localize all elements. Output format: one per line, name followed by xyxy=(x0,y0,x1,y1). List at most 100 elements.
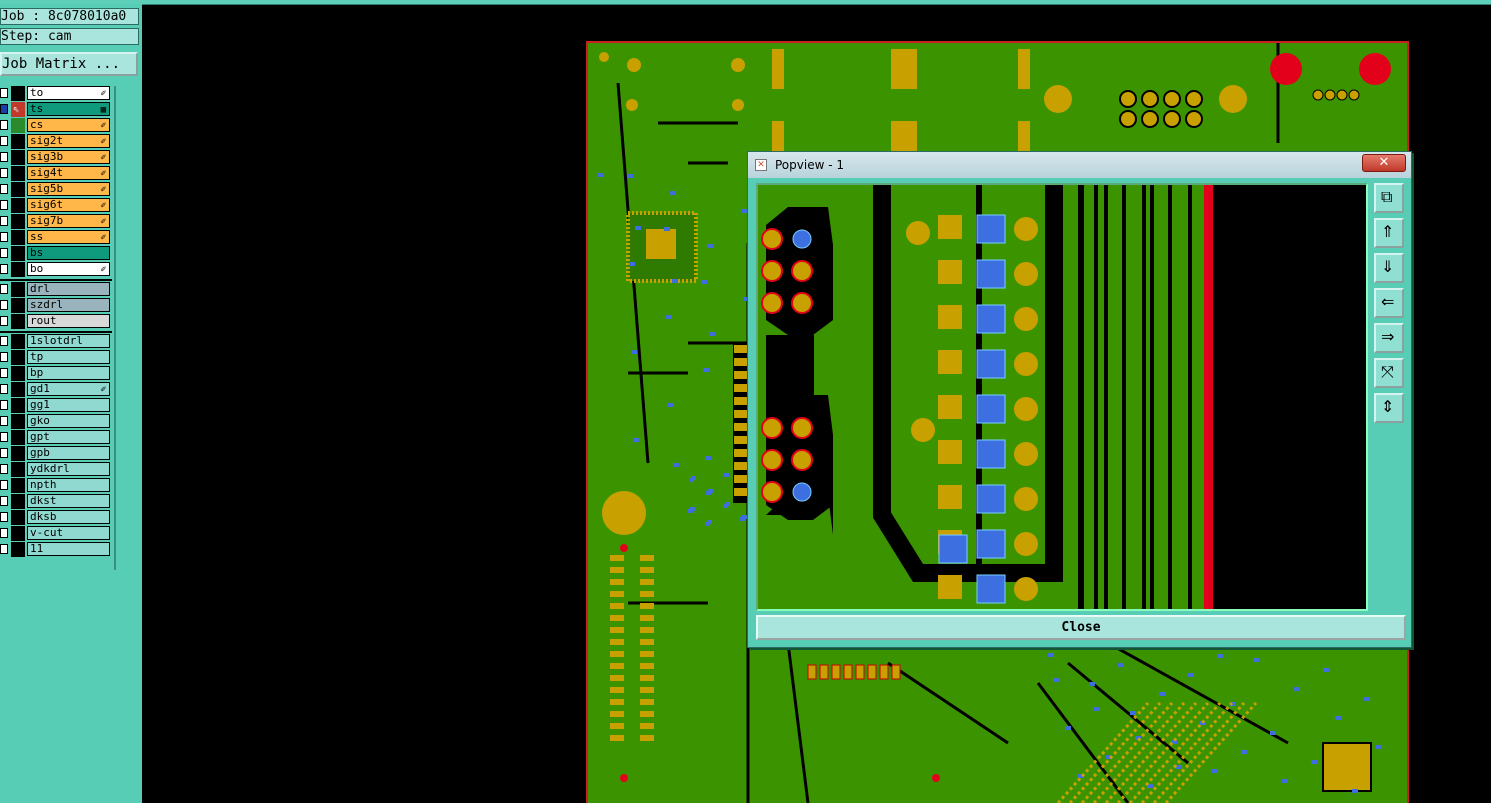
layer-row-ss[interactable]: ss ✐ xyxy=(0,230,112,245)
layer-color-swatch[interactable] xyxy=(11,478,25,493)
layer-checkbox[interactable] xyxy=(0,480,8,490)
layer-name[interactable]: dkst xyxy=(27,494,110,508)
layer-color-swatch[interactable] xyxy=(11,314,25,329)
layer-color-swatch[interactable] xyxy=(11,542,25,557)
layer-name[interactable]: cs ✐ xyxy=(27,118,110,132)
layer-name[interactable]: bs xyxy=(27,246,110,260)
layer-name[interactable]: to ✐ xyxy=(27,86,110,100)
layer-row-v-cut[interactable]: v-cut xyxy=(0,526,112,541)
layer-color-swatch[interactable] xyxy=(11,166,25,181)
layer-color-swatch[interactable] xyxy=(11,414,25,429)
layer-color-swatch[interactable] xyxy=(11,198,25,213)
layer-checkbox[interactable] xyxy=(0,512,8,522)
zoom-window-button[interactable]: ⧉ xyxy=(1374,183,1404,213)
layer-name[interactable]: npth xyxy=(27,478,110,492)
layer-checkbox[interactable] xyxy=(0,464,8,474)
layer-checkbox[interactable] xyxy=(0,544,8,554)
popview-canvas[interactable] xyxy=(756,183,1368,611)
layer-color-swatch[interactable] xyxy=(11,398,25,413)
layer-color-swatch[interactable] xyxy=(11,350,25,365)
layer-checkbox[interactable] xyxy=(0,528,8,538)
layer-row-gd1[interactable]: gd1 ✐ xyxy=(0,382,112,397)
layer-color-swatch[interactable] xyxy=(11,366,25,381)
layer-row-1slotdrl[interactable]: 1slotdrl xyxy=(0,334,112,349)
layer-row-gko[interactable]: gko xyxy=(0,414,112,429)
zoom-home-button[interactable]: ⇕ xyxy=(1374,393,1404,423)
layer-name[interactable]: tp xyxy=(27,350,110,364)
layer-name[interactable]: gpb xyxy=(27,446,110,460)
layer-checkbox[interactable] xyxy=(0,120,8,130)
job-matrix-button[interactable]: Job Matrix ... xyxy=(0,52,138,76)
layer-row-gpt[interactable]: gpt xyxy=(0,430,112,445)
layer-row-dkst[interactable]: dkst xyxy=(0,494,112,509)
layer-row-bs[interactable]: bs xyxy=(0,246,112,261)
layer-color-swatch[interactable] xyxy=(11,510,25,525)
layer-name[interactable]: sig7b ✐ xyxy=(27,214,110,228)
layer-color-swatch[interactable] xyxy=(11,182,25,197)
layer-row-gpb[interactable]: gpb xyxy=(0,446,112,461)
layer-row-dksb[interactable]: dksb xyxy=(0,510,112,525)
layer-name[interactable]: sig6t ✐ xyxy=(27,198,110,212)
layer-row-npth[interactable]: npth xyxy=(0,478,112,493)
layer-color-swatch[interactable] xyxy=(11,214,25,229)
layer-checkbox[interactable] xyxy=(0,336,8,346)
layer-row-drl[interactable]: drl xyxy=(0,282,112,297)
layer-name[interactable]: drl xyxy=(27,282,110,296)
popview-titlebar[interactable]: ✕ Popview - 1 ✕ xyxy=(748,152,1411,178)
layer-name[interactable]: ydkdrl xyxy=(27,462,110,476)
layer-checkbox[interactable] xyxy=(0,200,8,210)
zoom-fit-button[interactable]: ⤧ xyxy=(1374,358,1404,388)
layer-color-swatch[interactable] xyxy=(11,430,25,445)
layer-checkbox[interactable] xyxy=(0,400,8,410)
layer-row-cs[interactable]: cs ✐ xyxy=(0,118,112,133)
layer-checkbox[interactable] xyxy=(0,152,8,162)
layer-color-swatch[interactable]: ⇖ xyxy=(11,102,25,117)
layer-color-swatch[interactable] xyxy=(11,334,25,349)
layer-name[interactable]: gd1 ✐ xyxy=(27,382,110,396)
layer-row-sig7b[interactable]: sig7b ✐ xyxy=(0,214,112,229)
layer-name[interactable]: 1slotdrl xyxy=(27,334,110,348)
layer-color-swatch[interactable] xyxy=(11,282,25,297)
layer-row-sig4t[interactable]: sig4t ✐ xyxy=(0,166,112,181)
layer-row-bp[interactable]: bp xyxy=(0,366,112,381)
layer-name[interactable]: sig5b ✐ xyxy=(27,182,110,196)
layer-color-swatch[interactable] xyxy=(11,526,25,541)
layer-checkbox[interactable] xyxy=(0,168,8,178)
layer-name[interactable]: gpt xyxy=(27,430,110,444)
layer-row-sig3b[interactable]: sig3b ✐ xyxy=(0,150,112,165)
layer-color-swatch[interactable] xyxy=(11,298,25,313)
layer-checkbox[interactable] xyxy=(0,104,8,114)
layer-color-swatch[interactable] xyxy=(11,150,25,165)
layer-name[interactable]: rout xyxy=(27,314,110,328)
pan-up-button[interactable]: ⇑ xyxy=(1374,218,1404,248)
layer-name[interactable]: ss ✐ xyxy=(27,230,110,244)
layer-color-swatch[interactable] xyxy=(11,494,25,509)
layer-name[interactable]: sig4t ✐ xyxy=(27,166,110,180)
layer-name[interactable]: ts ▦ xyxy=(27,102,110,116)
layer-checkbox[interactable] xyxy=(0,316,8,326)
layer-color-swatch[interactable] xyxy=(11,446,25,461)
layer-checkbox[interactable] xyxy=(0,184,8,194)
layer-name[interactable]: gko xyxy=(27,414,110,428)
layer-row-szdrl[interactable]: szdrl xyxy=(0,298,112,313)
layer-name[interactable]: v-cut xyxy=(27,526,110,540)
layer-checkbox[interactable] xyxy=(0,352,8,362)
layer-checkbox[interactable] xyxy=(0,368,8,378)
layer-name[interactable]: bo ✐ xyxy=(27,262,110,276)
layer-checkbox[interactable] xyxy=(0,284,8,294)
close-x-button[interactable]: ✕ xyxy=(1362,154,1406,172)
layer-row-gg1[interactable]: gg1 xyxy=(0,398,112,413)
layer-checkbox[interactable] xyxy=(0,496,8,506)
layer-color-swatch[interactable] xyxy=(11,382,25,397)
pan-left-button[interactable]: ⇐ xyxy=(1374,288,1404,318)
layer-name[interactable]: szdrl xyxy=(27,298,110,312)
layer-row-ts[interactable]: ⇖ ts ▦ xyxy=(0,102,112,117)
layer-row-sig5b[interactable]: sig5b ✐ xyxy=(0,182,112,197)
layer-name[interactable]: dksb xyxy=(27,510,110,524)
layer-name[interactable]: bp xyxy=(27,366,110,380)
layer-color-swatch[interactable] xyxy=(11,230,25,245)
layer-checkbox[interactable] xyxy=(0,416,8,426)
layer-name[interactable]: 11 xyxy=(27,542,110,556)
layer-color-swatch[interactable] xyxy=(11,134,25,149)
layer-name[interactable]: gg1 xyxy=(27,398,110,412)
